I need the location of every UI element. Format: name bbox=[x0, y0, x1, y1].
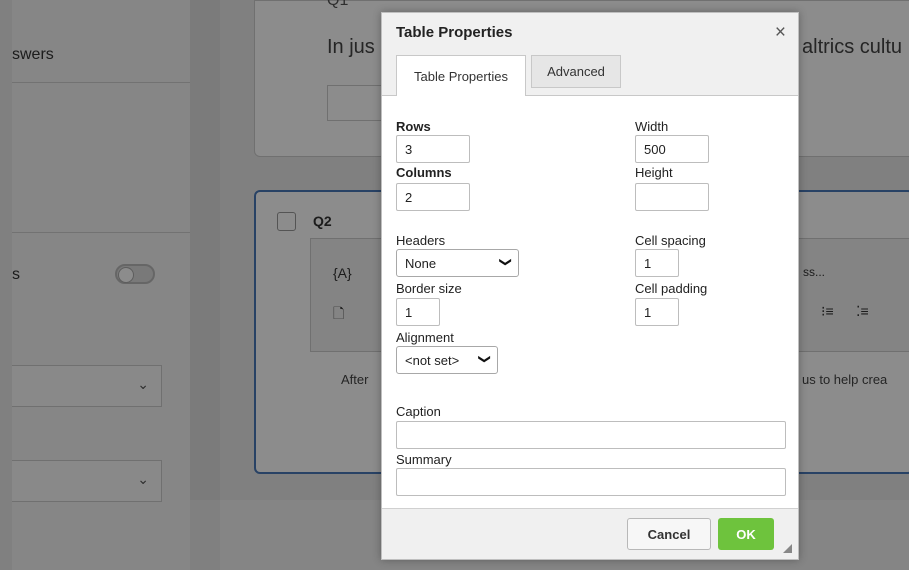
dialog-header: Table Properties × bbox=[382, 13, 798, 55]
table-properties-dialog: Table Properties × Table Properties Adva… bbox=[381, 12, 799, 560]
resize-handle-icon[interactable] bbox=[783, 544, 792, 553]
summary-input[interactable] bbox=[396, 468, 786, 496]
height-label: Height bbox=[635, 165, 673, 180]
headers-select[interactable]: None ❯ bbox=[396, 249, 519, 277]
tab-advanced[interactable]: Advanced bbox=[531, 55, 621, 88]
headers-select-value: None bbox=[405, 255, 437, 271]
cell-padding-label: Cell padding bbox=[635, 281, 708, 296]
height-input[interactable] bbox=[635, 183, 709, 211]
alignment-label: Alignment bbox=[396, 330, 454, 345]
width-label: Width bbox=[635, 119, 669, 134]
caption-label: Caption bbox=[396, 404, 441, 419]
chevron-down-icon: ❯ bbox=[477, 353, 492, 365]
dialog-tabs: Table Properties Advanced bbox=[382, 55, 798, 96]
dialog-title: Table Properties bbox=[396, 24, 513, 41]
cell-spacing-label: Cell spacing bbox=[635, 233, 706, 248]
border-size-input[interactable]: 1 bbox=[396, 298, 440, 326]
cancel-button[interactable]: Cancel bbox=[627, 518, 711, 550]
headers-label: Headers bbox=[396, 233, 446, 248]
alignment-select[interactable]: <not set> ❯ bbox=[396, 346, 498, 374]
dialog-footer: Cancel OK bbox=[382, 508, 798, 559]
caption-input[interactable] bbox=[396, 421, 786, 449]
close-icon[interactable]: × bbox=[775, 22, 786, 44]
cell-spacing-input[interactable]: 1 bbox=[635, 249, 679, 277]
tab-table-properties[interactable]: Table Properties bbox=[396, 55, 526, 96]
border-size-label: Border size bbox=[396, 281, 462, 296]
cell-padding-input[interactable]: 1 bbox=[635, 298, 679, 326]
width-input[interactable]: 500 bbox=[635, 135, 709, 163]
rows-input[interactable]: 3 bbox=[396, 135, 470, 163]
ok-button[interactable]: OK bbox=[718, 518, 774, 550]
rows-label: Rows bbox=[396, 119, 431, 134]
chevron-down-icon: ❯ bbox=[498, 256, 513, 268]
columns-input[interactable]: 2 bbox=[396, 183, 470, 211]
summary-label: Summary bbox=[396, 452, 452, 467]
alignment-select-value: <not set> bbox=[405, 352, 460, 368]
columns-label: Columns bbox=[396, 165, 452, 180]
